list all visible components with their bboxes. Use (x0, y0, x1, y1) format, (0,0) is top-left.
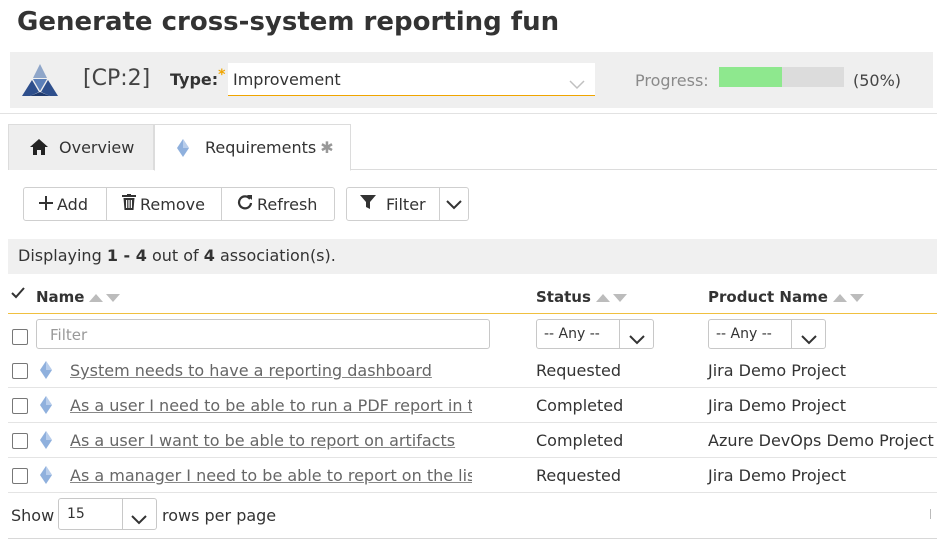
home-icon (29, 138, 49, 160)
requirement-link[interactable]: As a manager I need to be able to report… (70, 466, 472, 485)
status-cell: Completed (536, 431, 624, 450)
requirement-diamond-icon (40, 396, 52, 418)
product-cell: Jira Demo Project (708, 361, 846, 380)
artifact-header: [CP:2] Type:* Improvement Progress: (50%… (10, 52, 933, 108)
refresh-icon (237, 194, 253, 214)
chevron-down-icon (446, 195, 462, 214)
add-button[interactable]: Add (24, 188, 107, 220)
unsaved-marker: ✱ (320, 138, 334, 157)
tab-overview[interactable]: Overview (8, 124, 154, 170)
select-all-checkmark-icon[interactable] (11, 284, 25, 303)
refresh-label: Refresh (257, 194, 318, 214)
sort-arrows-icon[interactable] (88, 289, 122, 307)
progress-label: Progress: (635, 71, 709, 90)
chevron-down-icon (131, 510, 147, 529)
pagination: Show 15 rows per page (0, 497, 937, 537)
refresh-button[interactable]: Refresh (222, 188, 334, 220)
requirement-link[interactable]: As a user I want to be able to report on… (70, 431, 472, 450)
show-label: Show (11, 506, 55, 525)
requirement-diamond-icon (40, 431, 52, 453)
product-cell: Jira Demo Project (708, 396, 846, 415)
type-label: Type:* (170, 67, 226, 89)
trash-icon (122, 194, 136, 214)
plus-icon (39, 195, 53, 214)
requirement-diamond-icon (40, 466, 52, 488)
column-header-status[interactable]: Status (536, 288, 629, 307)
filter-label: Filter (386, 194, 426, 214)
tab-bar: Overview Requirements ✱ (8, 124, 937, 171)
sort-arrows-icon[interactable] (832, 289, 866, 307)
artifact-id: [CP:2] (83, 66, 151, 91)
requirement-link[interactable]: As a user I need to be able to run a PDF… (70, 396, 472, 415)
divider (930, 509, 931, 519)
results-range: 1 - 4 (106, 246, 147, 265)
remove-label: Remove (140, 194, 205, 214)
name-filter-input[interactable]: Filter (36, 319, 490, 349)
tab-requirements-label: Requirements (205, 138, 317, 157)
chevron-down-icon (801, 330, 817, 349)
product-filter-select[interactable]: -- Any -- (708, 319, 826, 349)
table-row: As a user I want to be able to report on… (8, 423, 937, 458)
progress-fill (719, 67, 782, 87)
tab-overview-label: Overview (59, 138, 135, 157)
remove-button[interactable]: Remove (107, 188, 222, 220)
progress-percent: (50%) (853, 71, 902, 90)
divider (0, 113, 937, 114)
product-cell: Azure DevOps Demo Project (708, 431, 934, 450)
page-size-select[interactable]: 15 (58, 498, 157, 530)
progress-bar (719, 67, 844, 87)
column-header-name[interactable]: Name (36, 288, 122, 307)
chevron-down-icon (569, 75, 585, 94)
product-cell: Jira Demo Project (708, 466, 846, 485)
row-checkbox[interactable] (12, 398, 28, 414)
filter-dropdown-button[interactable] (440, 188, 468, 220)
requirement-diamond-icon (177, 139, 189, 161)
filter-group: Filter (346, 187, 469, 221)
table-header: Name Status Product Name (8, 278, 937, 314)
filter-row: Filter -- Any -- -- Any -- (8, 315, 937, 353)
chevron-down-icon (629, 330, 645, 349)
row-checkbox[interactable] (12, 363, 28, 379)
required-marker: * (218, 67, 226, 83)
filter-funnel-icon (360, 194, 376, 214)
rows-per-page-label: rows per page (162, 506, 277, 525)
table-row: As a manager I need to be able to report… (8, 458, 937, 493)
row-checkbox[interactable] (12, 468, 28, 484)
sort-arrows-icon[interactable] (595, 289, 629, 307)
requirement-diamond-icon (40, 361, 52, 383)
column-header-product[interactable]: Product Name (708, 288, 866, 307)
tab-requirements[interactable]: Requirements ✱ (154, 124, 351, 171)
table-row: System needs to have a reporting dashboa… (8, 353, 937, 388)
toolbar-actions: Add Remove Refresh (23, 187, 335, 221)
status-cell: Requested (536, 466, 621, 485)
type-value: Improvement (233, 70, 341, 89)
results-total: 4 (203, 246, 215, 265)
filter-button[interactable]: Filter (347, 188, 440, 220)
status-cell: Requested (536, 361, 621, 380)
add-label: Add (57, 194, 88, 214)
results-summary: Displaying 1 - 4 out of 4 association(s)… (8, 239, 937, 274)
page-title: Generate cross-system reporting fun (17, 7, 560, 37)
requirement-link[interactable]: System needs to have a reporting dashboa… (70, 361, 472, 380)
app-logo-icon (20, 62, 60, 98)
table-row: As a user I need to be able to run a PDF… (8, 388, 937, 423)
row-checkbox[interactable] (12, 433, 28, 449)
status-cell: Completed (536, 396, 624, 415)
divider (8, 538, 937, 539)
status-filter-select[interactable]: -- Any -- (536, 319, 654, 349)
select-all-checkbox[interactable] (12, 329, 28, 345)
type-dropdown[interactable]: Improvement (228, 63, 595, 96)
